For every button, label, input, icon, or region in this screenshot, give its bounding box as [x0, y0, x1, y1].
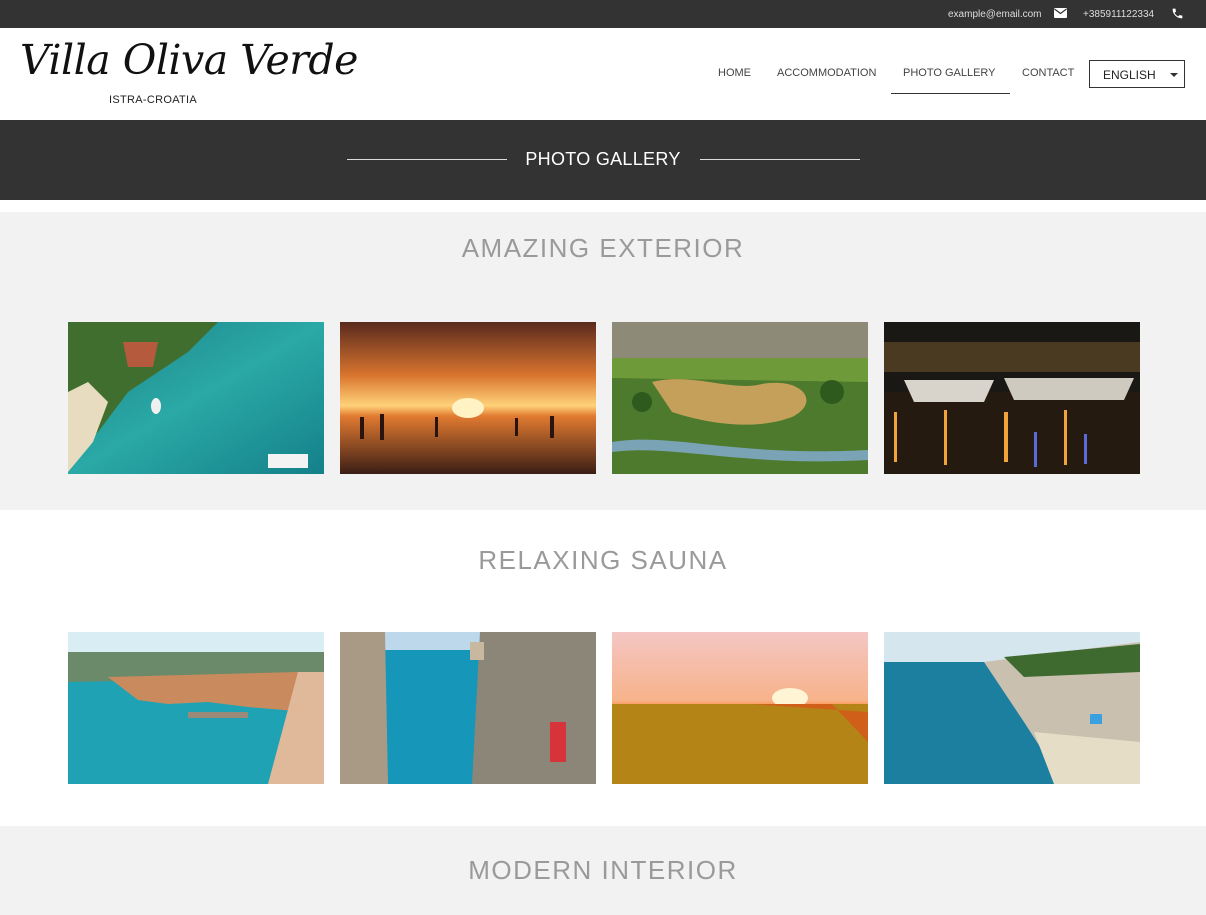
- gallery-image[interactable]: [612, 322, 868, 474]
- separator-line-right: [700, 159, 860, 160]
- contact-email[interactable]: example@email.com: [948, 9, 1042, 20]
- gallery-container: MODERN INTERIOR: [0, 826, 1206, 915]
- nav-home[interactable]: HOME: [718, 67, 751, 79]
- gallery-title: MODERN INTERIOR: [468, 855, 738, 885]
- gallery-container: RELAXING SAUNA: [0, 545, 1206, 821]
- phone-icon[interactable]: [1171, 7, 1184, 20]
- language-select[interactable]: ENGLISH: [1089, 60, 1185, 88]
- gallery-image[interactable]: [68, 632, 324, 784]
- gallery-content: AMAZING EXTERIOR RELAXING SAUNA MODERN I…: [0, 200, 1206, 915]
- envelope-icon[interactable]: [1054, 8, 1067, 18]
- nav-photo-gallery[interactable]: PHOTO GALLERY: [903, 67, 996, 79]
- site-header: Villa Oliva Verde ISTRA-CROATIA HOME ACC…: [0, 28, 1206, 120]
- separator-bar: PHOTO GALLERY: [0, 120, 1206, 200]
- contact-phone[interactable]: +385911122334: [1083, 9, 1154, 20]
- gallery-image[interactable]: [68, 322, 324, 474]
- separator-title: PHOTO GALLERY: [525, 149, 681, 169]
- gallery-title: RELAXING SAUNA: [478, 545, 728, 575]
- gallery-title: AMAZING EXTERIOR: [461, 233, 745, 263]
- nav-contact[interactable]: CONTACT: [1022, 67, 1074, 79]
- gallery-image[interactable]: [884, 632, 1140, 784]
- language-selected-value: ENGLISH: [1103, 68, 1156, 82]
- site-logo[interactable]: Villa Oliva Verde: [20, 36, 358, 84]
- nav-accommodation[interactable]: ACCOMMODATION: [777, 67, 876, 79]
- gallery-container: AMAZING EXTERIOR: [0, 212, 1206, 510]
- top-contact-bar: example@email.com +385911122334: [0, 0, 1206, 28]
- gallery-image[interactable]: [340, 322, 596, 474]
- caret-down-icon: [1170, 73, 1178, 77]
- gallery-image[interactable]: [884, 322, 1140, 474]
- gallery-image[interactable]: [340, 632, 596, 784]
- active-nav-indicator: [891, 93, 1010, 94]
- gallery-image[interactable]: [612, 632, 868, 784]
- site-logo-subtitle: ISTRA-CROATIA: [109, 94, 198, 106]
